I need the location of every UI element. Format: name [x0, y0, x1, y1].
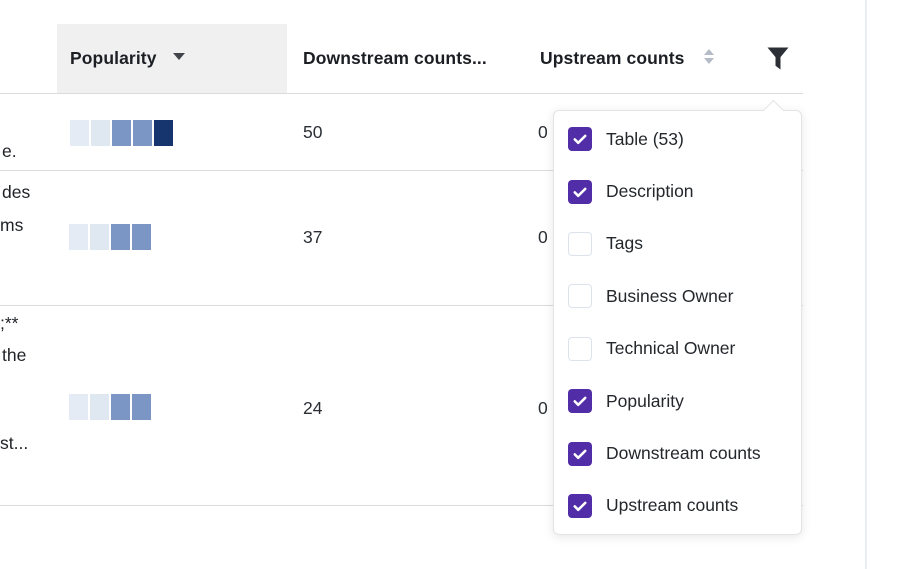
- popularity-meter-cell: [112, 120, 131, 146]
- column-header-downstream-counts[interactable]: Downstream counts...: [303, 48, 487, 69]
- popularity-meter-cell: [111, 224, 130, 250]
- filter-menu-item[interactable]: Table (53): [554, 113, 801, 165]
- popularity-meter-cell: [132, 394, 151, 420]
- sort-desc-icon: [173, 53, 185, 60]
- filter-menu-item[interactable]: Downstream counts: [554, 427, 801, 479]
- truncated-name-fragment: the: [2, 345, 26, 366]
- truncated-name-fragment: des: [2, 182, 30, 203]
- popularity-meter-cell: [133, 120, 152, 146]
- header-separator: [0, 93, 803, 94]
- filter-menu-item-label: Technical Owner: [606, 338, 735, 359]
- catalog-table-page: { "header": { "popularity_label": "Popul…: [0, 0, 900, 569]
- filter-menu-item-label: Table (53): [606, 129, 684, 150]
- popularity-meter-cell: [111, 394, 130, 420]
- popularity-meter-cell: [90, 394, 109, 420]
- checkbox-checked-icon[interactable]: [568, 389, 592, 413]
- popularity-meter-cell: [69, 394, 88, 420]
- truncated-name-fragment: ms: [0, 215, 23, 236]
- popularity-meter-cell: [90, 224, 109, 250]
- vertical-divider: [865, 0, 867, 569]
- filter-menu-item-label: Business Owner: [606, 286, 733, 307]
- downstream-count-value: 24: [303, 398, 322, 419]
- downstream-count-value: 50: [303, 122, 322, 143]
- truncated-name-fragment: e.: [2, 141, 17, 162]
- filter-menu-item[interactable]: Business Owner: [554, 270, 801, 322]
- filter-menu-item[interactable]: Upstream counts: [554, 480, 801, 532]
- upstream-count-value: 0: [538, 122, 548, 143]
- checkbox-checked-icon[interactable]: [568, 127, 592, 151]
- sort-up-arrow-icon: [704, 49, 714, 55]
- filter-button[interactable]: [764, 47, 792, 75]
- column-header-upstream-counts[interactable]: Upstream counts: [540, 48, 684, 69]
- filter-menu-item-label: Popularity: [606, 391, 684, 412]
- upstream-count-value: 0: [538, 398, 548, 419]
- filter-menu-item-label: Description: [606, 181, 694, 202]
- checkbox-checked-icon[interactable]: [568, 442, 592, 466]
- upstream-count-value: 0: [538, 227, 548, 248]
- truncated-name-fragment: ;**: [0, 313, 18, 334]
- column-header-popularity[interactable]: Popularity: [70, 48, 157, 69]
- filter-menu-item[interactable]: Technical Owner: [554, 323, 801, 375]
- popularity-meter: [69, 224, 151, 250]
- popularity-meter: [70, 120, 173, 146]
- menu-item-list: Table (53) Description Tags Business Owner T…: [554, 113, 801, 532]
- filter-menu-item[interactable]: Description: [554, 165, 801, 217]
- checkbox-unchecked-icon[interactable]: [568, 284, 592, 308]
- filter-funnel-icon: [766, 46, 790, 77]
- checkbox-checked-icon[interactable]: [568, 494, 592, 518]
- checkbox-checked-icon[interactable]: [568, 180, 592, 204]
- checkbox-unchecked-icon[interactable]: [568, 232, 592, 256]
- popularity-meter: [69, 394, 151, 420]
- checkbox-unchecked-icon[interactable]: [568, 337, 592, 361]
- popularity-meter-cell: [132, 224, 151, 250]
- truncated-name-fragment: st...: [0, 433, 28, 454]
- sort-down-arrow-icon: [704, 58, 714, 64]
- popularity-meter-cell: [69, 224, 88, 250]
- popularity-meter-cell: [70, 120, 89, 146]
- filter-menu-item-label: Tags: [606, 233, 643, 254]
- downstream-count-value: 37: [303, 227, 322, 248]
- sort-toggle-icon[interactable]: [704, 49, 716, 64]
- column-filter-menu: Table (53) Description Tags Business Owner T…: [553, 110, 802, 535]
- filter-menu-item-label: Downstream counts: [606, 443, 761, 464]
- filter-menu-item[interactable]: Tags: [554, 218, 801, 270]
- popularity-meter-cell: [91, 120, 110, 146]
- filter-menu-item[interactable]: Popularity: [554, 375, 801, 427]
- filter-menu-item-label: Upstream counts: [606, 495, 738, 516]
- popularity-meter-cell: [154, 120, 173, 146]
